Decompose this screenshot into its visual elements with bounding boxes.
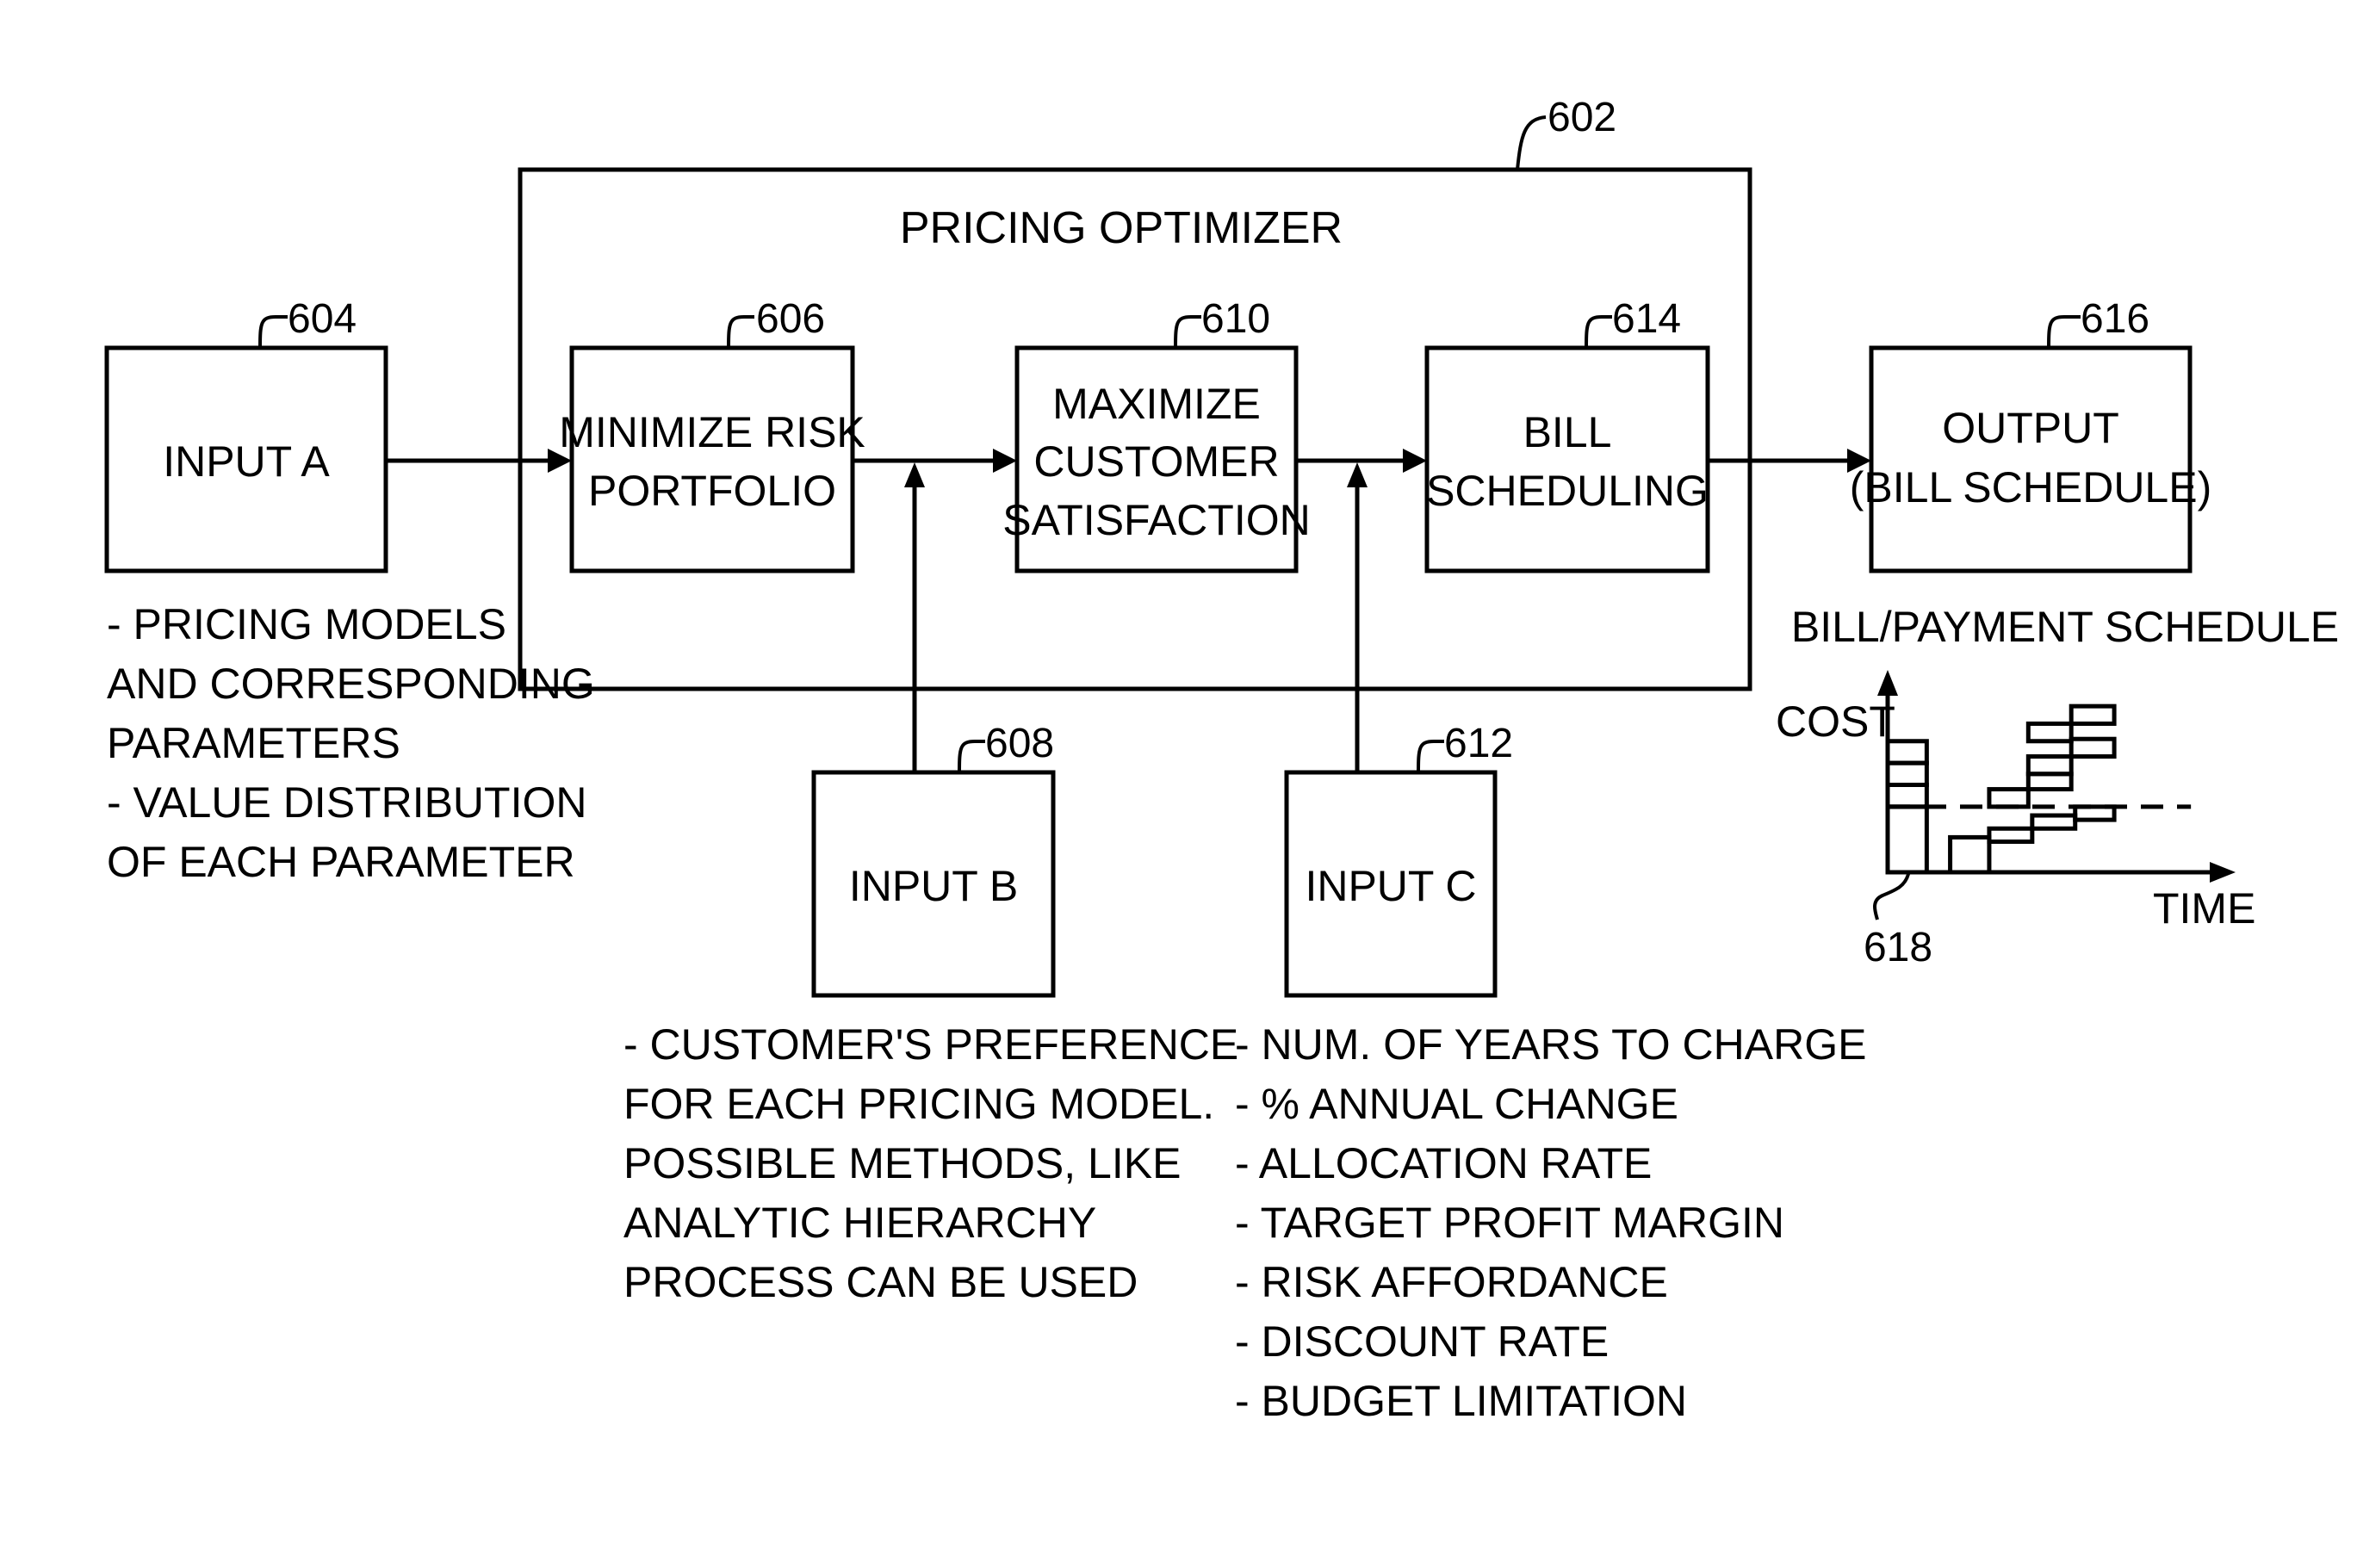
chart-title: BILL/PAYMENT SCHEDULE [1791,603,2339,651]
ref-612-leader [1417,740,1444,773]
output-label-line-1: OUTPUT [1942,404,2119,452]
ref-616-leader [2047,315,2081,349]
ref-618-label: 618 [1864,925,1932,970]
input-b-note-line: POSSIBLE METHODS, LIKE [623,1139,1181,1187]
ref-602-label: 602 [1548,95,1616,140]
input-c-note-line: - % ANNUAL CHANGE [1235,1080,1678,1128]
input-b-notes: - CUSTOMER'S PREFERENCE FOR EACH PRICING … [623,1020,1238,1306]
chart-marks [1885,703,2192,875]
minimize-risk-label-line-1: MINIMIZE RISK [559,408,865,456]
input-c-block: INPUT C 612 [1284,721,1513,998]
output-label-line-2: (BILL SCHEDULE) [1850,463,2211,511]
input-b-label: INPUT B [849,862,1018,910]
chart-y-axis-arrowhead [1877,670,1898,696]
ref-614-label: 614 [1612,296,1681,342]
input-c-note-line: - TARGET PROFIT MARGIN [1235,1199,1784,1247]
input-c-note-line: - RISK AFFORDANCE [1235,1258,1668,1306]
bill-scheduling-label-line-2: SCHEDULING [1426,467,1709,515]
maximize-satisfaction-label-line-3: SATISFACTION [1002,496,1310,544]
ref-608-leader [958,740,985,773]
schedule-bar-series-1-0 [1948,834,1992,875]
schedule-bar-series-2-3 [2025,721,2074,744]
input-b-note-line: FOR EACH PRICING MODEL. [623,1080,1214,1128]
input-c-label: INPUT C [1305,862,1476,910]
input-c-note-line: - NUM. OF YEARS TO CHARGE [1235,1020,1866,1069]
ref-604-leader [258,315,288,349]
schedule-bar-series-2-4 [2069,736,2117,759]
output-box [1869,345,2193,573]
ref-618-leader [1873,873,1910,920]
schedule-bar-series-1-1 [1987,826,2035,844]
bill-payment-schedule-chart: BILL/PAYMENT SCHEDULE COST TIME 618 [1776,603,2339,970]
input-c-note-line: - DISCOUNT RATE [1235,1317,1609,1366]
input-b-note-line: - CUSTOMER'S PREFERENCE [623,1020,1238,1069]
ref-612-label: 612 [1444,721,1513,766]
input-a-note-line: AND CORRESPONDING [107,660,595,708]
chart-x-axis-arrowhead [2210,862,2236,883]
chart-x-label: TIME [2153,884,2255,933]
maximize-satisfaction-label-line-1: MAXIMIZE [1052,380,1261,428]
schedule-bar-series-2-1 [2025,772,2074,792]
ref-608-label: 608 [985,721,1054,766]
schedule-bar-series-0-1 [1885,783,1929,809]
minimize-risk-box [569,345,855,573]
input-a-note-line: - VALUE DISTRIBUTION [107,778,586,827]
minimize-risk-label-line-2: PORTFOLIO [588,467,836,515]
input-a-note-line: - PRICING MODELS [107,600,506,648]
bill-scheduling-label-line-1: BILL [1523,408,1612,456]
input-c-notes: - NUM. OF YEARS TO CHARGE - % ANNUAL CHAN… [1235,1020,1866,1425]
schedule-bar-series-2-2 [2025,754,2074,777]
ref-610-label: 610 [1201,296,1270,342]
input-b-block: INPUT B 608 [811,721,1056,998]
input-c-note-line: - ALLOCATION RATE [1235,1139,1652,1187]
ref-602-leader [1516,115,1547,170]
maximize-satisfaction-label-line-2: CUSTOMER [1033,437,1279,486]
schedule-bar-series-2-0 [1987,787,2031,809]
input-c-note-line: - BUDGET LIMITATION [1235,1377,1687,1425]
input-a-note-line: PARAMETERS [107,719,400,767]
bill-scheduling-box [1424,345,1710,573]
schedule-bar-series-1-2 [2030,813,2078,831]
ref-604-label: 604 [288,296,357,342]
schedule-bar-series-0-2 [1885,760,1929,787]
input-a-label: INPUT A [163,437,330,486]
schedule-bar-series-2-5 [2069,703,2117,726]
output-block: OUTPUT (BILL SCHEDULE) 616 [1850,296,2211,573]
pricing-optimizer-diagram: PRICING OPTIMIZER 602 INPUT A 604 MINIMI… [104,95,2339,1425]
chart-y-label: COST [1776,697,1895,746]
input-a-block: INPUT A 604 [104,296,388,573]
input-b-note-line: ANALYTIC HIERARCHY [623,1199,1096,1247]
schedule-bar-series-0-0 [1885,804,1929,875]
input-b-note-line: PROCESS CAN BE USED [623,1258,1138,1306]
pricing-optimizer-title: PRICING OPTIMIZER [900,203,1343,253]
input-a-note-line: OF EACH PARAMETER [107,838,575,886]
ref-616-label: 616 [2081,296,2149,342]
ref-606-label: 606 [756,296,825,342]
